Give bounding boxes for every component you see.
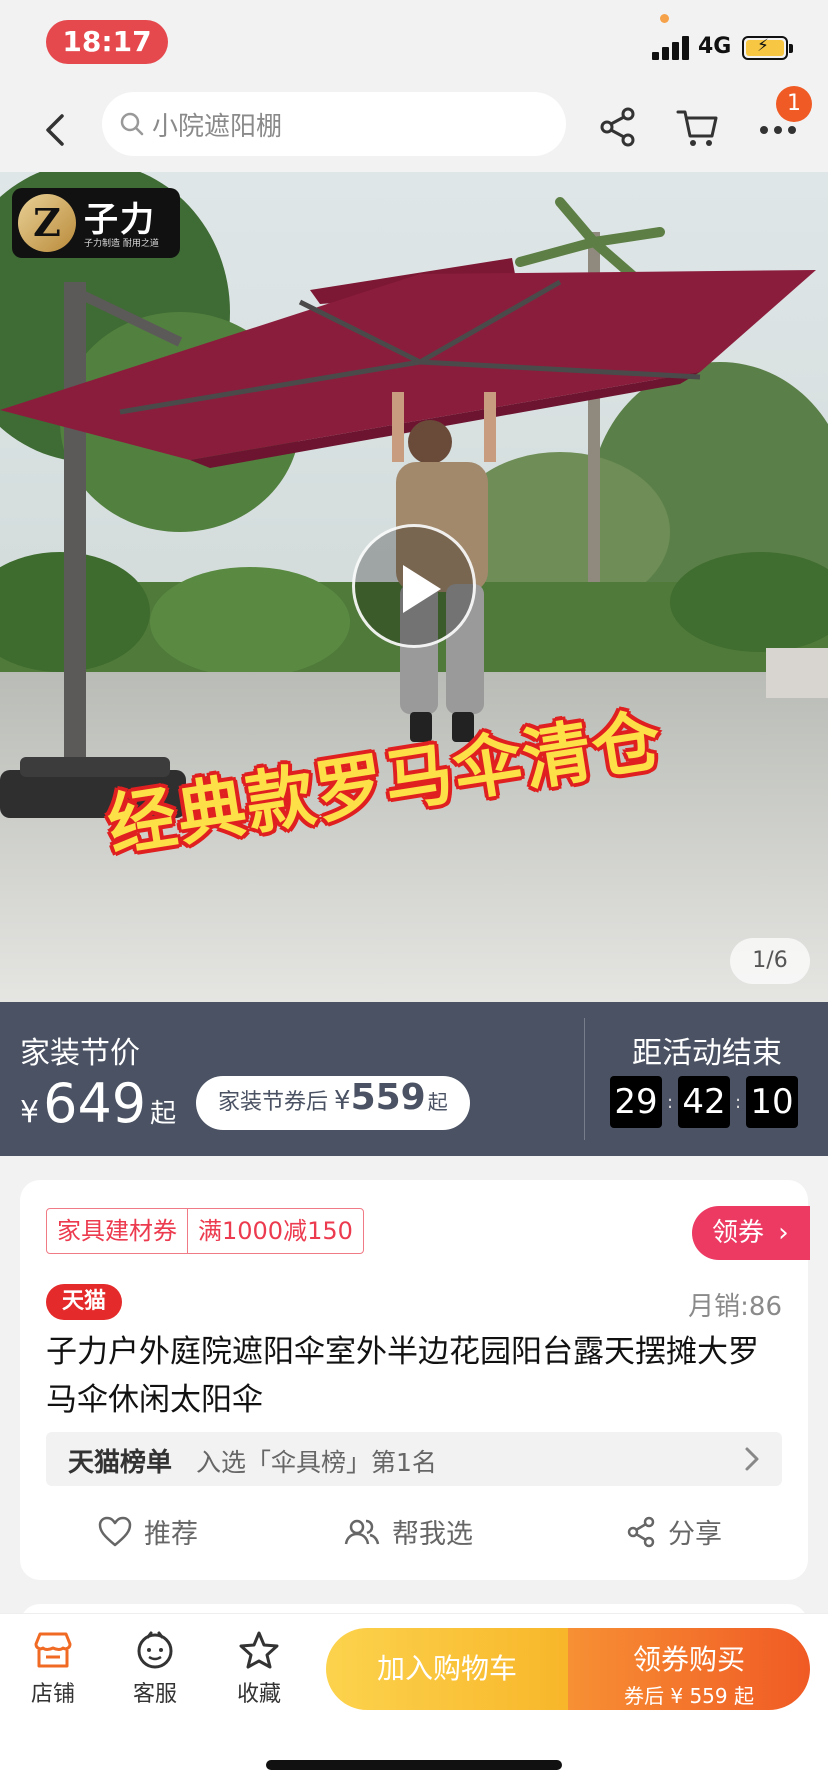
share-button[interactable]: 分享 xyxy=(626,1512,722,1551)
status-time: 18:17 xyxy=(46,20,168,64)
store-label: 店铺 xyxy=(30,1682,75,1707)
top-nav: 小院遮阳棚 1 xyxy=(0,86,828,172)
countdown-minutes: 42 xyxy=(678,1076,730,1128)
customer-service-tab[interactable]: 客服 xyxy=(110,1630,200,1708)
recommend-label: 推荐 xyxy=(144,1519,198,1550)
home-indicator xyxy=(266,1760,562,1770)
coupon-price-suffix: 起 xyxy=(427,1090,448,1114)
coupon-currency: ¥ xyxy=(334,1086,351,1116)
help-choose-button[interactable]: 帮我选 xyxy=(344,1512,473,1551)
back-icon[interactable] xyxy=(36,110,76,150)
coupon-tag[interactable]: 家具建材券 满1000减150 xyxy=(46,1208,364,1254)
countdown-seconds: 10 xyxy=(746,1076,798,1128)
price-value: 649 xyxy=(43,1072,147,1135)
people-icon xyxy=(344,1519,380,1544)
ranking-brand: 天猫榜单 xyxy=(68,1448,173,1478)
share-label: 分享 xyxy=(668,1519,722,1550)
share-icon[interactable] xyxy=(598,106,638,148)
product-title: 子力户外庭院遮阳伞室外半边花园阳台露天摆摊大罗马伞休闲太阳伞 xyxy=(46,1334,759,1418)
store-icon xyxy=(34,1632,72,1668)
search-icon xyxy=(120,112,144,136)
battery-icon xyxy=(742,36,793,60)
product-info-card: 家具建材券 满1000减150 领券 › 天猫 月销:86 子力户外庭院遮阳伞室… xyxy=(20,1180,810,1580)
favorite-label: 收藏 xyxy=(236,1682,281,1707)
privacy-indicator xyxy=(660,14,669,23)
share-icon xyxy=(627,1516,655,1547)
status-bar: 18:17 4G xyxy=(0,0,828,88)
event-price-title: 家装节价 xyxy=(20,1036,140,1071)
product-media[interactable]: Z 子力 子力制造 耐用之道 经典款罗马伞清仓 1/6 xyxy=(0,172,828,1002)
product-actions: 推荐 帮我选 分享 xyxy=(20,1502,808,1564)
brand-logo: Z 子力 子力制造 耐用之道 xyxy=(12,188,180,258)
currency-symbol: ¥ xyxy=(20,1095,40,1130)
network-type: 4G xyxy=(698,34,732,59)
divider xyxy=(584,1018,585,1140)
add-to-cart-button[interactable]: 加入购物车 xyxy=(326,1628,568,1710)
countdown-label: 距活动结束 xyxy=(632,1036,782,1071)
brand-logo-mark: Z xyxy=(18,194,76,252)
claim-and-buy-button[interactable]: 领券购买 券后 ¥ 559 起 xyxy=(568,1628,810,1710)
image-pager: 1/6 xyxy=(730,938,810,984)
favorite-tab[interactable]: 收藏 xyxy=(214,1630,304,1708)
tmall-badge: 天猫 xyxy=(46,1284,122,1320)
search-placeholder: 小院遮阳棚 xyxy=(152,112,283,142)
search-bar[interactable]: 小院遮阳棚 xyxy=(102,92,566,156)
coupon-tag-rule: 满1000减150 xyxy=(198,1217,353,1245)
heart-icon xyxy=(98,1516,132,1546)
cart-icon[interactable] xyxy=(676,106,720,148)
help-choose-label: 帮我选 xyxy=(392,1519,473,1550)
buy-label: 领券购买 xyxy=(632,1643,745,1676)
coupon-tag-name: 家具建材券 xyxy=(57,1217,177,1245)
store-tab[interactable]: 店铺 xyxy=(8,1630,98,1708)
ranking-text: 入选「伞具榜」第1名 xyxy=(196,1448,437,1477)
countdown-hours: 29 xyxy=(610,1076,662,1128)
price-banner: 家装节价 ¥ 649 起 家装节券后 ¥ 559 起 距活动结束 29 : 42… xyxy=(0,1002,828,1156)
coupon-price-pill: 家装节券后 ¥ 559 起 xyxy=(196,1076,470,1130)
chevron-right-icon: › xyxy=(778,1218,789,1248)
claim-coupon-button[interactable]: 领券 › xyxy=(692,1206,810,1260)
service-label: 客服 xyxy=(132,1682,177,1707)
ranking-row[interactable]: 天猫榜单 入选「伞具榜」第1名 xyxy=(46,1432,782,1486)
coupon-price-value: 559 xyxy=(350,1077,426,1118)
buy-sub-label: 券后 ¥ 559 起 xyxy=(624,1684,754,1708)
play-video-button[interactable] xyxy=(352,524,476,648)
brand-tagline: 子力制造 耐用之道 xyxy=(84,239,159,249)
chevron-right-icon xyxy=(745,1447,759,1471)
signal-icon xyxy=(652,36,694,60)
coupon-price-label: 家装节券后 xyxy=(218,1090,329,1115)
notification-badge: 1 xyxy=(776,86,812,122)
brand-name: 子力 xyxy=(84,200,156,240)
countdown-timer: 29 : 42 : 10 xyxy=(610,1076,798,1128)
price-suffix: 起 xyxy=(150,1099,177,1129)
recommend-button[interactable]: 推荐 xyxy=(98,1512,198,1551)
claim-coupon-label: 领券 xyxy=(712,1218,765,1248)
event-price: ¥ 649 起 xyxy=(20,1072,176,1135)
service-icon xyxy=(137,1631,173,1669)
star-icon xyxy=(239,1631,279,1669)
monthly-sales: 月销:86 xyxy=(688,1292,782,1322)
